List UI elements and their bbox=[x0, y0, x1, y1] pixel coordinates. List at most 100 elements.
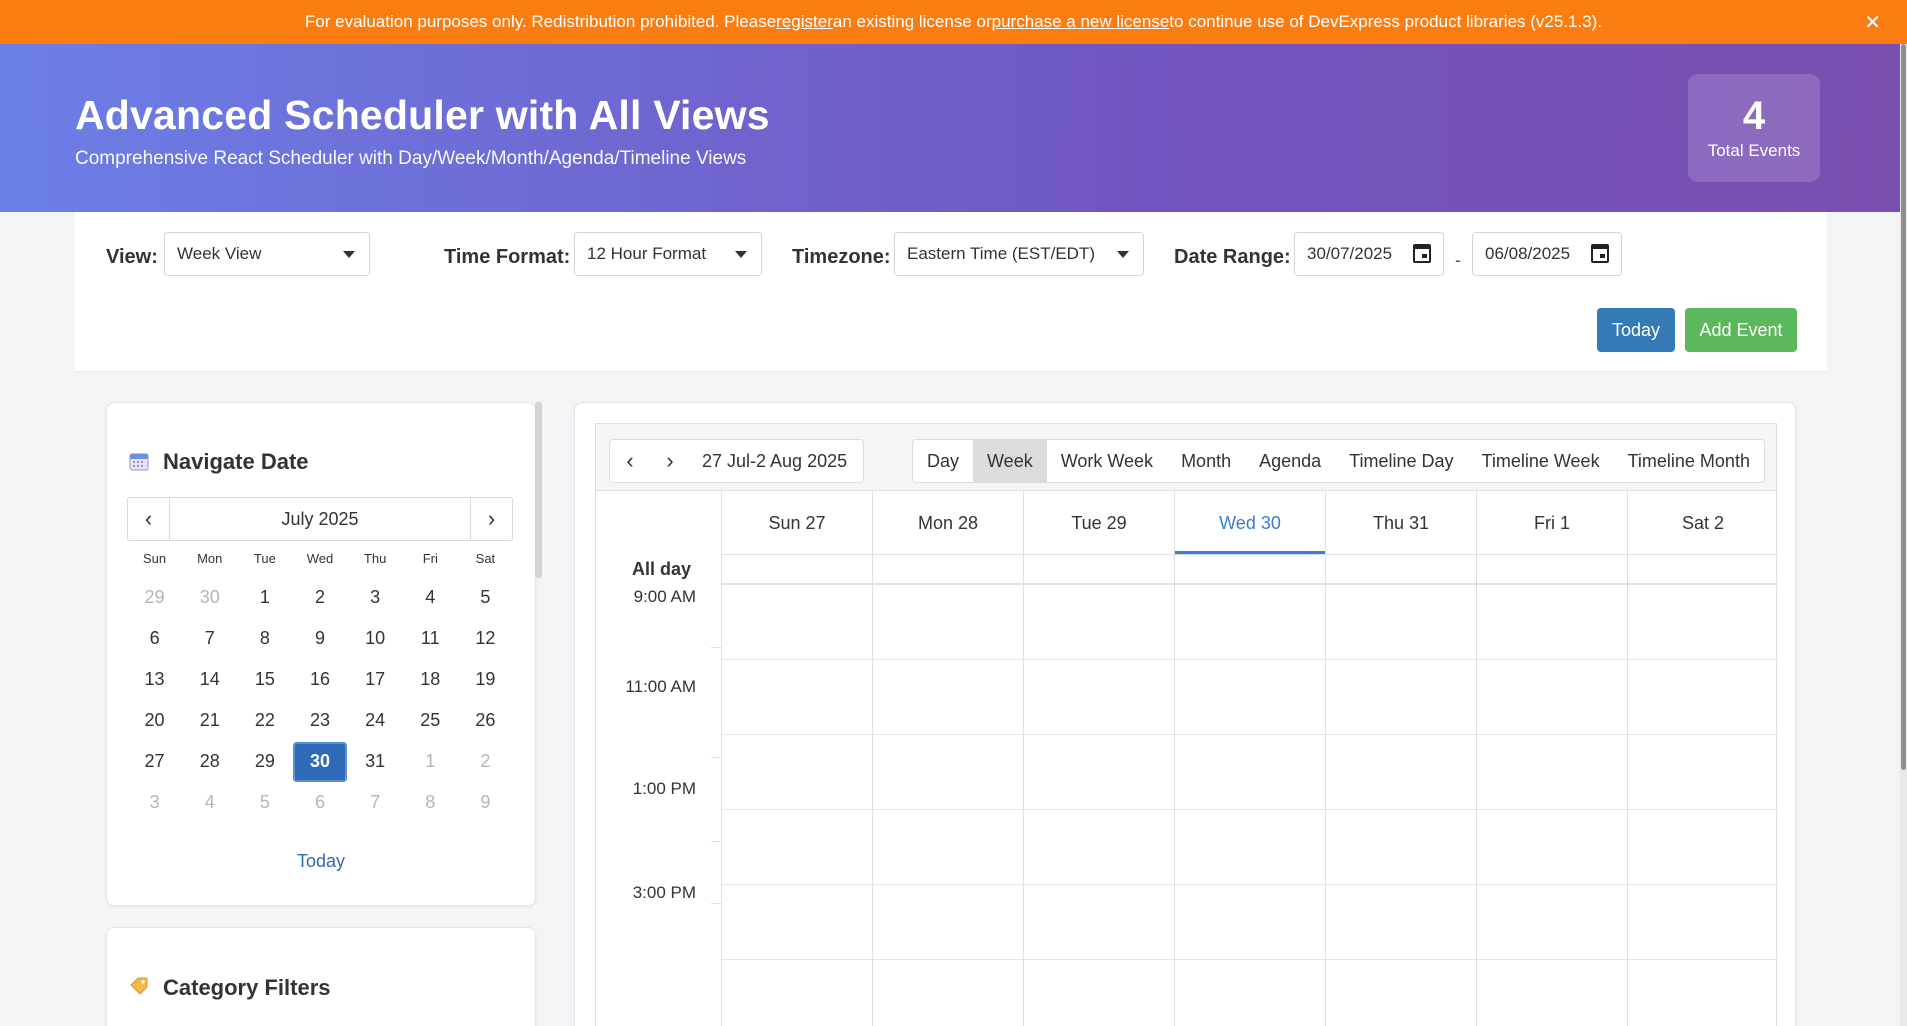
day-column[interactable] bbox=[721, 585, 872, 1026]
calendar-day[interactable]: 21 bbox=[182, 700, 237, 741]
calendar-day[interactable]: 7 bbox=[182, 618, 237, 659]
scheduler-card: ‹ › 27 Jul-2 Aug 2025 Day Week Work Week… bbox=[574, 402, 1796, 1026]
day-column[interactable] bbox=[1174, 585, 1325, 1026]
calendar-day[interactable]: 29 bbox=[127, 577, 182, 618]
calendar-day[interactable]: 6 bbox=[292, 782, 347, 823]
all-day-cell[interactable] bbox=[1023, 555, 1174, 583]
view-tab-week[interactable]: Week bbox=[973, 440, 1047, 482]
calendar-day[interactable]: 5 bbox=[458, 577, 513, 618]
calendar-day[interactable]: 1 bbox=[237, 577, 292, 618]
category-filters-card: Category Filters bbox=[106, 927, 536, 1026]
calendar-day[interactable]: 8 bbox=[403, 782, 458, 823]
time-format-select[interactable]: 12 Hour Format bbox=[574, 232, 762, 276]
calendar-day[interactable]: 19 bbox=[458, 659, 513, 700]
calendar-day[interactable]: 4 bbox=[182, 782, 237, 823]
calendar-day[interactable]: 15 bbox=[237, 659, 292, 700]
calendar-day[interactable]: 25 bbox=[403, 700, 458, 741]
view-tab-agenda[interactable]: Agenda bbox=[1245, 440, 1335, 482]
register-link[interactable]: register bbox=[776, 12, 833, 32]
calendar-day[interactable]: 4 bbox=[403, 577, 458, 618]
page-scrollbar[interactable] bbox=[1900, 44, 1907, 1026]
chevron-right-icon[interactable]: › bbox=[470, 498, 512, 540]
calendar-day[interactable]: 22 bbox=[237, 700, 292, 741]
calendar-day[interactable]: 2 bbox=[292, 577, 347, 618]
calendar-day[interactable]: 8 bbox=[237, 618, 292, 659]
calendar-day[interactable]: 14 bbox=[182, 659, 237, 700]
calendar-day[interactable]: 12 bbox=[458, 618, 513, 659]
calendar-day[interactable]: 3 bbox=[348, 577, 403, 618]
day-column[interactable] bbox=[1627, 585, 1778, 1026]
view-tab-month[interactable]: Month bbox=[1167, 440, 1245, 482]
view-tab-timeline-day[interactable]: Timeline Day bbox=[1335, 440, 1467, 482]
calendar-icon[interactable] bbox=[1591, 244, 1609, 263]
all-day-cell[interactable] bbox=[1325, 555, 1476, 583]
view-tab-timeline-week[interactable]: Timeline Week bbox=[1468, 440, 1614, 482]
chevron-right-icon[interactable]: › bbox=[650, 448, 690, 474]
day-header[interactable]: Fri 1 bbox=[1476, 491, 1627, 554]
calendar-day[interactable]: 24 bbox=[348, 700, 403, 741]
scrollbar-thumb[interactable] bbox=[1901, 44, 1906, 770]
all-day-cell[interactable] bbox=[872, 555, 1023, 583]
sidebar-scrollbar[interactable] bbox=[535, 402, 542, 578]
chevron-left-icon[interactable]: ‹ bbox=[128, 498, 170, 540]
time-label: 11:00 AM bbox=[625, 677, 696, 696]
calendar-day[interactable]: 11 bbox=[403, 618, 458, 659]
calendar-day[interactable]: 1 bbox=[403, 741, 458, 782]
day-header[interactable]: Mon 28 bbox=[872, 491, 1023, 554]
day-header-today[interactable]: Wed 30 bbox=[1174, 491, 1325, 554]
purchase-license-link[interactable]: purchase a new license bbox=[992, 12, 1170, 32]
page-title: Advanced Scheduler with All Views bbox=[75, 92, 770, 138]
calendar-day[interactable]: 30 bbox=[182, 577, 237, 618]
calendar-day-selected[interactable]: 30 bbox=[292, 741, 347, 782]
calendar-day[interactable]: 2 bbox=[458, 741, 513, 782]
calendar-month-caption[interactable]: July 2025 bbox=[170, 498, 470, 540]
view-tab-day[interactable]: Day bbox=[913, 440, 973, 482]
add-event-button[interactable]: Add Event bbox=[1685, 308, 1797, 352]
page-header: Advanced Scheduler with All Views Compre… bbox=[0, 44, 1900, 212]
calendar-day[interactable]: 5 bbox=[237, 782, 292, 823]
day-header[interactable]: Sat 2 bbox=[1627, 491, 1778, 554]
scheduler-date-range[interactable]: 27 Jul-2 Aug 2025 bbox=[702, 451, 847, 472]
close-icon[interactable]: ✕ bbox=[1864, 10, 1881, 35]
chevron-left-icon[interactable]: ‹ bbox=[610, 448, 650, 474]
calendar-day[interactable]: 18 bbox=[403, 659, 458, 700]
calendar-day[interactable]: 29 bbox=[237, 741, 292, 782]
day-column[interactable] bbox=[1325, 585, 1476, 1026]
day-header[interactable]: Tue 29 bbox=[1023, 491, 1174, 554]
all-day-cell[interactable] bbox=[1627, 555, 1778, 583]
all-day-label: All day bbox=[631, 559, 691, 579]
calendar-day[interactable]: 28 bbox=[182, 741, 237, 782]
view-select[interactable]: Week View bbox=[164, 232, 370, 276]
calendar-day[interactable]: 16 bbox=[292, 659, 347, 700]
calendar-day[interactable]: 10 bbox=[348, 618, 403, 659]
day-header[interactable]: Sun 27 bbox=[721, 491, 872, 554]
date-from-input[interactable]: 30/07/2025 bbox=[1294, 232, 1444, 276]
calendar-day[interactable]: 9 bbox=[458, 782, 513, 823]
calendar-day[interactable]: 7 bbox=[348, 782, 403, 823]
calendar-today-link[interactable]: Today bbox=[107, 851, 535, 872]
view-tab-work-week[interactable]: Work Week bbox=[1047, 440, 1167, 482]
calendar-icon[interactable] bbox=[1413, 244, 1431, 263]
calendar-day[interactable]: 27 bbox=[127, 741, 182, 782]
date-to-input[interactable]: 06/08/2025 bbox=[1472, 232, 1622, 276]
view-tab-timeline-month[interactable]: Timeline Month bbox=[1614, 440, 1764, 482]
all-day-cell[interactable] bbox=[1476, 555, 1627, 583]
all-day-cell[interactable] bbox=[721, 555, 872, 583]
day-column[interactable] bbox=[1023, 585, 1174, 1026]
all-day-cell[interactable] bbox=[1174, 555, 1325, 583]
today-button[interactable]: Today bbox=[1597, 308, 1675, 352]
calendar-day[interactable]: 9 bbox=[292, 618, 347, 659]
calendar-day[interactable]: 31 bbox=[348, 741, 403, 782]
day-column[interactable] bbox=[872, 585, 1023, 1026]
calendar-day[interactable]: 26 bbox=[458, 700, 513, 741]
day-header[interactable]: Thu 31 bbox=[1325, 491, 1476, 554]
calendar-day[interactable]: 23 bbox=[292, 700, 347, 741]
day-column[interactable] bbox=[1476, 585, 1627, 1026]
scheduler-navigator: ‹ › 27 Jul-2 Aug 2025 bbox=[609, 439, 864, 483]
calendar-day[interactable]: 6 bbox=[127, 618, 182, 659]
timezone-select[interactable]: Eastern Time (EST/EDT) bbox=[894, 232, 1144, 276]
calendar-day[interactable]: 20 bbox=[127, 700, 182, 741]
calendar-day[interactable]: 3 bbox=[127, 782, 182, 823]
calendar-day[interactable]: 13 bbox=[127, 659, 182, 700]
calendar-day[interactable]: 17 bbox=[348, 659, 403, 700]
